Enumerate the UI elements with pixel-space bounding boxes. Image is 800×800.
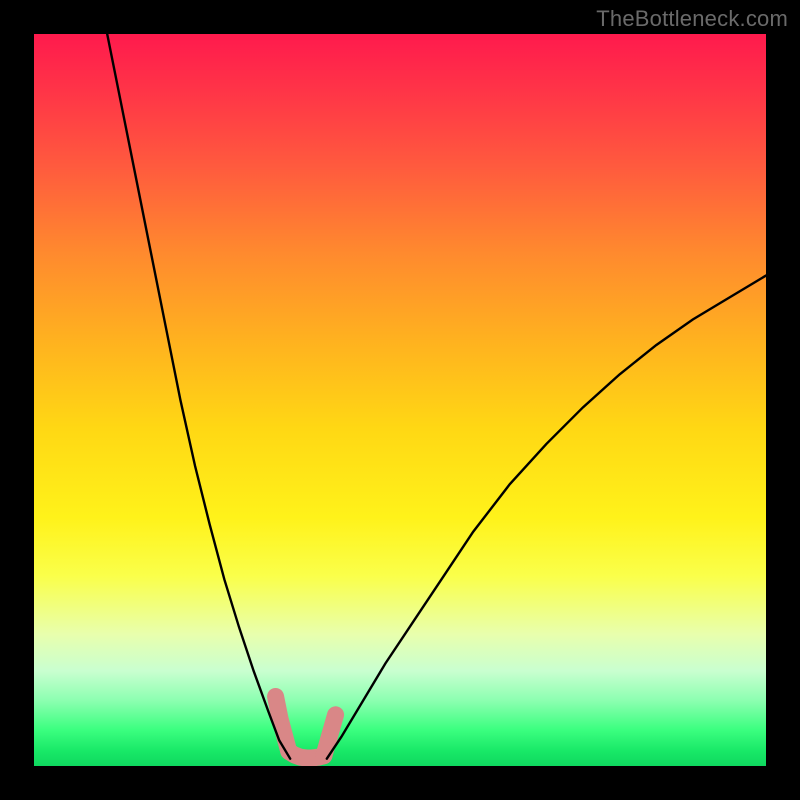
- data-curves: [107, 34, 766, 759]
- watermark-text: TheBottleneck.com: [596, 6, 788, 32]
- chart-svg: [34, 34, 766, 766]
- plot-area: [34, 34, 766, 766]
- chart-frame: TheBottleneck.com: [0, 0, 800, 800]
